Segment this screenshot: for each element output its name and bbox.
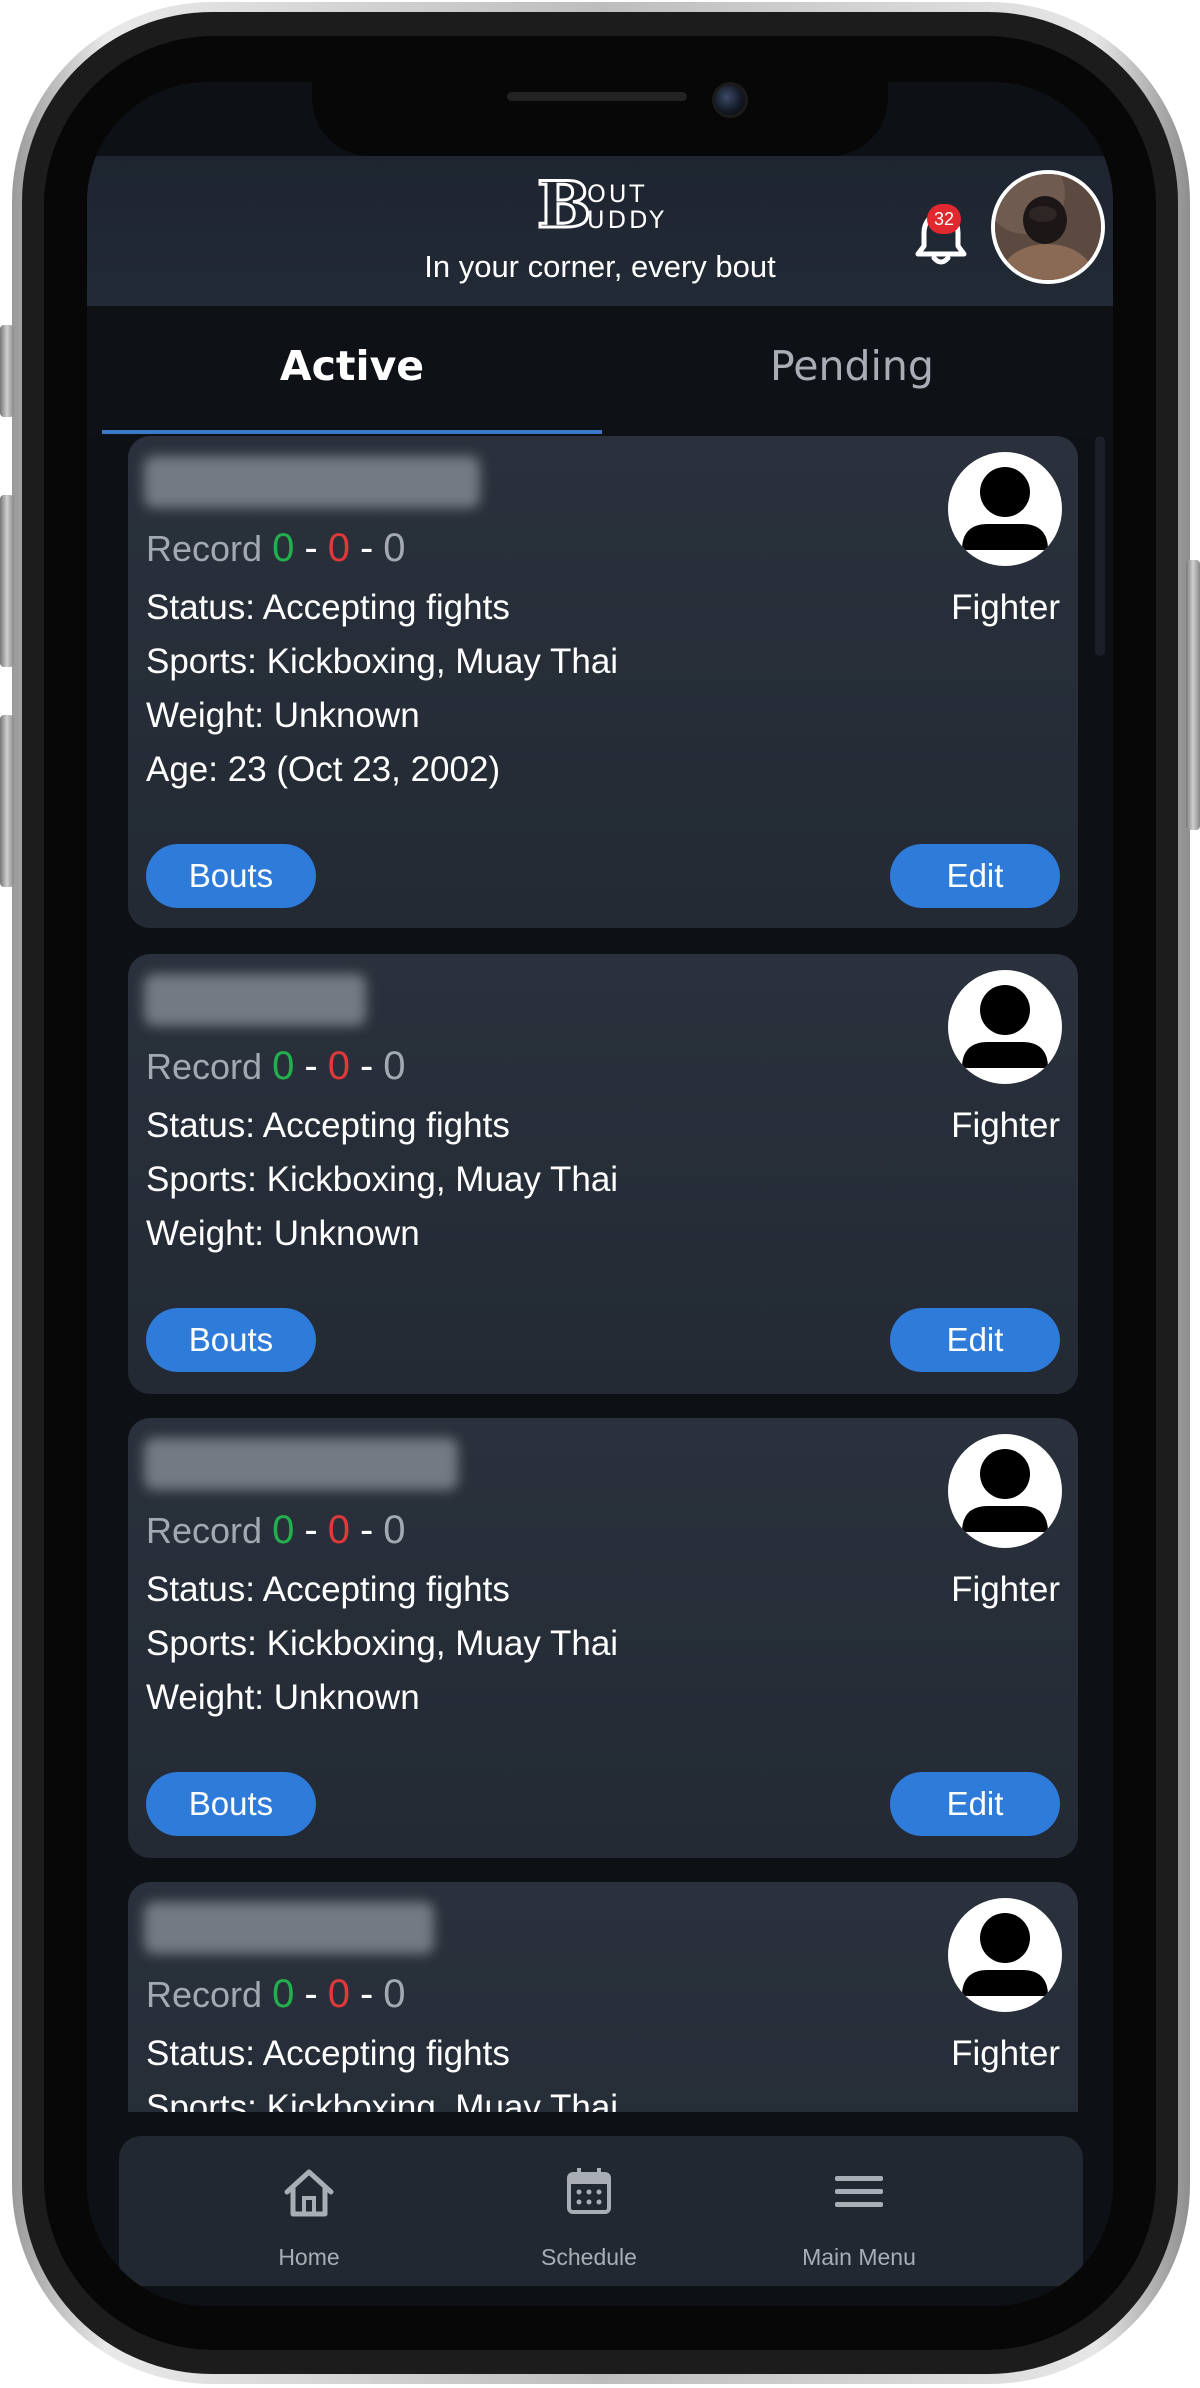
speaker-grille xyxy=(507,92,687,101)
record-losses: 0 xyxy=(327,526,350,570)
record-wins: 0 xyxy=(272,1972,295,2016)
bouts-button[interactable]: Bouts xyxy=(146,1308,316,1372)
record-draws: 0 xyxy=(383,1508,406,1552)
record-separator: - xyxy=(359,526,374,570)
fighter-status: Status: Accepting fights xyxy=(146,588,510,627)
fighter-name-redacted xyxy=(144,456,480,508)
fighter-status: Status: Accepting fights xyxy=(146,2034,510,2073)
record-losses: 0 xyxy=(327,1044,350,1088)
calendar-icon xyxy=(567,2168,611,2214)
record-separator: - xyxy=(359,1972,374,2016)
mute-switch xyxy=(0,325,14,417)
fighter-card[interactable]: Record 0 - 0 - 0 Status: Accepting fight… xyxy=(128,436,1078,928)
fighter-record: Record 0 - 0 - 0 xyxy=(146,1972,406,2017)
record-separator: - xyxy=(304,1044,318,1088)
fighter-card[interactable]: Record 0 - 0 - 0 Status: Accepting fight… xyxy=(128,1418,1078,1858)
nav-home-label: Home xyxy=(278,2244,340,2270)
nav-schedule-label: Schedule xyxy=(541,2244,637,2270)
user-avatar[interactable] xyxy=(991,170,1105,284)
fighter-name-redacted xyxy=(144,1438,458,1490)
record-label: Record xyxy=(146,528,263,569)
profile-placeholder-icon xyxy=(948,970,1062,1084)
list-scrollbar[interactable] xyxy=(1095,436,1105,656)
fighter-status: Status: Accepting fights xyxy=(146,1570,510,1609)
nav-home[interactable]: Home xyxy=(209,2136,409,2286)
tab-bar: Active Pending xyxy=(87,306,1113,436)
fighter-sports: Sports: Kickboxing, Muay Thai xyxy=(146,1160,619,1199)
menu-icon xyxy=(835,2176,883,2207)
record-separator: - xyxy=(304,526,318,570)
record-draws: 0 xyxy=(383,1972,406,2016)
fighter-card[interactable]: Record 0 - 0 - 0 Status: Accepting fight… xyxy=(128,954,1078,1394)
record-label: Record xyxy=(146,1510,263,1551)
nav-schedule[interactable]: Schedule xyxy=(489,2136,689,2286)
fighter-card[interactable]: Record 0 - 0 - 0 Status: Accepting fight… xyxy=(128,1882,1078,2112)
fighter-weight: Weight: Unknown xyxy=(146,1214,420,1253)
record-losses: 0 xyxy=(327,1508,350,1552)
record-draws: 0 xyxy=(383,526,406,570)
home-icon xyxy=(284,2169,334,2217)
phone-screen: B OUT UDDY In your corner, every bout 32… xyxy=(87,82,1113,2306)
record-label: Record xyxy=(146,1046,263,1087)
active-tab-indicator xyxy=(102,430,602,434)
record-separator: - xyxy=(304,1508,318,1552)
logo-text-line1: OUT xyxy=(587,180,648,208)
edit-button[interactable]: Edit xyxy=(890,1308,1060,1372)
volume-up-button xyxy=(0,495,14,667)
fighter-list[interactable]: Record 0 - 0 - 0 Status: Accepting fight… xyxy=(87,436,1113,2112)
fighter-sports: Sports: Kickboxing, Muay Thai xyxy=(146,2088,619,2112)
bottom-navigation: Home Schedule Main Menu xyxy=(119,2136,1083,2286)
record-separator: - xyxy=(359,1508,374,1552)
bouts-button[interactable]: Bouts xyxy=(146,1772,316,1836)
fighter-age: Age: 23 (Oct 23, 2002) xyxy=(146,750,501,789)
record-wins: 0 xyxy=(272,1508,295,1552)
bouts-button[interactable]: Bouts xyxy=(146,844,316,908)
record-separator: - xyxy=(359,1044,374,1088)
avatar-photo xyxy=(995,174,1101,280)
power-button xyxy=(1186,560,1200,830)
app-tagline: In your corner, every bout xyxy=(424,249,776,284)
profile-placeholder-icon xyxy=(948,1434,1062,1548)
front-camera xyxy=(712,82,748,118)
fighter-sports: Sports: Kickboxing, Muay Thai xyxy=(146,642,619,681)
boutbuddy-logo[interactable]: B OUT UDDY xyxy=(535,168,673,254)
notification-count-badge: 32 xyxy=(927,204,961,234)
fighter-name-redacted xyxy=(144,1902,434,1954)
record-separator: - xyxy=(304,1972,318,2016)
fighter-role: Fighter xyxy=(951,2034,1060,2073)
nav-main-menu[interactable]: Main Menu xyxy=(759,2136,959,2286)
fighter-record: Record 0 - 0 - 0 xyxy=(146,1508,406,1553)
nav-main-menu-label: Main Menu xyxy=(802,2244,916,2270)
record-label: Record xyxy=(146,1974,263,2015)
fighter-role: Fighter xyxy=(951,588,1060,627)
tab-active[interactable]: Active xyxy=(102,306,602,426)
fighter-status: Status: Accepting fights xyxy=(146,1106,510,1145)
fighter-sports: Sports: Kickboxing, Muay Thai xyxy=(146,1624,619,1663)
profile-placeholder-icon xyxy=(948,452,1062,566)
volume-down-button xyxy=(0,715,14,887)
logo-letter: B xyxy=(535,168,592,243)
record-wins: 0 xyxy=(272,526,295,570)
record-draws: 0 xyxy=(383,1044,406,1088)
record-losses: 0 xyxy=(327,1972,350,2016)
edit-button[interactable]: Edit xyxy=(890,1772,1060,1836)
edit-button[interactable]: Edit xyxy=(890,844,1060,908)
fighter-weight: Weight: Unknown xyxy=(146,696,420,735)
tab-pending[interactable]: Pending xyxy=(602,306,1102,426)
fighter-role: Fighter xyxy=(951,1570,1060,1609)
logo-text-line2: UDDY xyxy=(587,206,667,234)
fighter-record: Record 0 - 0 - 0 xyxy=(146,526,406,571)
fighter-name-redacted xyxy=(144,974,366,1026)
fighter-role: Fighter xyxy=(951,1106,1060,1145)
record-wins: 0 xyxy=(272,1044,295,1088)
profile-placeholder-icon xyxy=(948,1898,1062,2012)
fighter-record: Record 0 - 0 - 0 xyxy=(146,1044,406,1089)
fighter-weight: Weight: Unknown xyxy=(146,1678,420,1717)
